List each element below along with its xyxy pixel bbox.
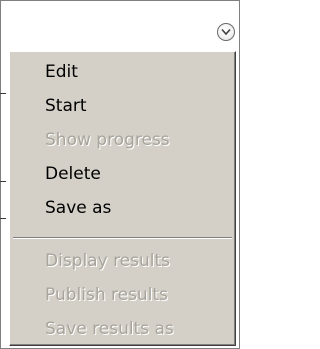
menu-item-save-as[interactable]: Save as	[45, 198, 111, 218]
menu-item-edit[interactable]: Edit	[45, 62, 78, 82]
chevron-down-icon	[221, 28, 231, 36]
dropdown-button[interactable]	[217, 23, 235, 41]
menu-item-display-results: Display results	[45, 251, 171, 271]
menu-separator	[13, 237, 232, 239]
menu-item-delete[interactable]: Delete	[45, 164, 101, 184]
edge-mark	[0, 181, 6, 182]
edge-mark	[0, 218, 6, 219]
edge-mark	[0, 93, 6, 94]
menu-item-save-results-as: Save results as	[45, 319, 174, 339]
menu-item-start[interactable]: Start	[45, 96, 87, 116]
menu-item-show-progress: Show progress	[45, 130, 170, 150]
menu-item-publish-results: Publish results	[45, 285, 168, 305]
context-menu: Edit Start Show progress Delete Save as …	[9, 51, 236, 346]
